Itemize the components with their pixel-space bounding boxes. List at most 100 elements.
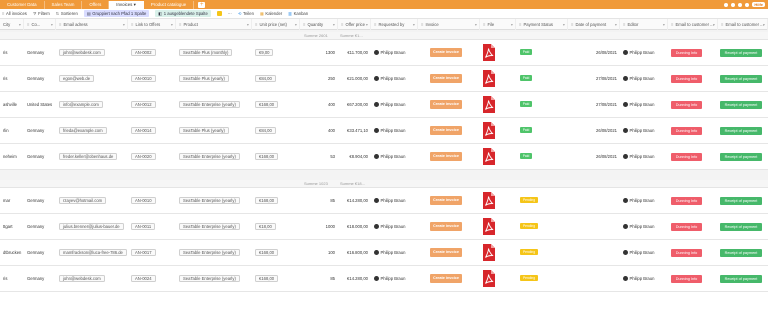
cell-email[interactable]: freder.keller@obenhaus.de (56, 144, 128, 170)
cell-date[interactable] (568, 188, 620, 214)
cell-req[interactable]: Philipp Braun (371, 240, 418, 266)
chevron-down-icon[interactable]: ▾ (171, 19, 173, 30)
table-row[interactable]: ris Germany john@webdesk.com AN-0002 SeaTabl… (0, 40, 768, 66)
receipt-of-payment-button[interactable]: Receipt of payment (720, 249, 762, 257)
notification-icon[interactable] (738, 2, 743, 7)
column-header-offer[interactable]: ≡ Link to Offers ▾ (128, 19, 176, 30)
cell-country[interactable]: Germany (24, 266, 56, 292)
cell-city[interactable]: ris (0, 66, 24, 92)
cell-req[interactable]: Philipp Braun (371, 144, 418, 170)
row-color-icon[interactable] (216, 11, 222, 16)
receipt-of-payment-button[interactable]: Receipt of payment (720, 49, 762, 57)
cell-product[interactable]: SeaTable Enterprise (yearly) (176, 144, 252, 170)
cell-editor[interactable]: Philipp Braun (620, 118, 668, 144)
views-menu[interactable]: ≡ All invoices (2, 11, 27, 16)
cell-unit[interactable]: €168,00 (252, 240, 300, 266)
cell-country[interactable]: Germany (24, 144, 56, 170)
pdf-file-icon[interactable] (482, 218, 495, 235)
cell-qty[interactable]: 85 (300, 188, 338, 214)
cell-date[interactable]: 26/08/2021 (568, 118, 620, 144)
cell-country[interactable]: Germany (24, 240, 56, 266)
chevron-down-icon[interactable]: ▾ (763, 19, 765, 30)
dunning-info-button[interactable]: Dunning Info (671, 249, 702, 257)
table-row[interactable]: dtbrucken Germany mamfrackson@luca-free-78… (0, 240, 768, 266)
receipt-of-payment-button[interactable]: Receipt of payment (720, 75, 762, 83)
dunning-info-button[interactable]: Dunning Info (671, 127, 702, 135)
column-header-unit[interactable]: ≡ Unit price (net) ▾ (252, 19, 300, 30)
group-button[interactable]: ▤ Gruppiert nach Pfad 1 Spalte (83, 10, 150, 17)
column-header-price[interactable]: ≡ Offer price ▾ (338, 19, 371, 30)
cell-date[interactable]: 26/08/2021 (568, 40, 620, 66)
sort-button[interactable]: ⇅ Sortieren (56, 11, 78, 16)
receipt-of-payment-button[interactable]: Receipt of payment (720, 101, 762, 109)
cell-date[interactable]: 26/08/2021 (568, 144, 620, 170)
column-header-email[interactable]: ≡ Email adress ▾ (56, 19, 128, 30)
chevron-down-icon[interactable]: ▾ (475, 19, 477, 30)
cell-product[interactable]: SeaTable Enterprise (yearly) (176, 214, 252, 240)
cell-product[interactable]: SeaTable Enterprise (yearly) (176, 92, 252, 118)
cell-req[interactable]: Philipp Braun (371, 40, 418, 66)
chevron-down-icon[interactable]: ▾ (19, 19, 21, 30)
payment-status-badge[interactable]: Paid (520, 49, 532, 55)
chevron-down-icon[interactable]: ▾ (713, 19, 715, 30)
kanban-button[interactable]: ▥ Kanban (288, 11, 308, 16)
chevron-down-icon[interactable]: ▾ (295, 19, 297, 30)
history-icon[interactable] (731, 2, 736, 7)
tab-customer-data[interactable]: Customer Data (0, 1, 45, 9)
cell-product[interactable]: SeaTable Plus (monthly) (176, 40, 252, 66)
cell-price[interactable]: €33.471,10 (338, 118, 371, 144)
cell-editor[interactable]: Philipp Braun (620, 66, 668, 92)
payment-status-badge[interactable]: Pending (520, 223, 538, 229)
cell-req[interactable]: Philipp Braun (371, 188, 418, 214)
payment-status-badge[interactable]: Paid (520, 127, 532, 133)
chevron-down-icon[interactable]: ▾ (663, 19, 665, 30)
receipt-of-payment-button[interactable]: Receipt of payment (720, 127, 762, 135)
payment-status-badge[interactable]: Pending (520, 197, 538, 203)
column-header-date[interactable]: ≡ Date of payment ▾ (568, 19, 620, 30)
receipt-of-payment-button[interactable]: Receipt of payment (720, 197, 762, 205)
pdf-file-icon[interactable] (482, 122, 495, 139)
dunning-info-button[interactable]: Dunning Info (671, 197, 702, 205)
cell-country[interactable]: Germany (24, 214, 56, 240)
cell-city[interactable]: ashville (0, 92, 24, 118)
chevron-down-icon[interactable]: ▾ (123, 19, 125, 30)
table-row[interactable]: ris Germany egon@web.de AN-0010 SeaTable Plu… (0, 66, 768, 92)
column-header-file[interactable]: ≡ File ▾ (480, 19, 516, 30)
chevron-down-icon[interactable]: ▾ (413, 19, 415, 30)
cell-req[interactable]: Philipp Braun (371, 214, 418, 240)
cell-price[interactable]: €14.280,00 (338, 188, 371, 214)
cell-req[interactable]: Philipp Braun (371, 92, 418, 118)
cell-qty[interactable]: 1000 (300, 214, 338, 240)
create-invoice-button[interactable]: Create invoice (430, 48, 462, 57)
cell-city[interactable]: ttgart (0, 214, 24, 240)
pdf-file-icon[interactable] (482, 148, 495, 165)
dunning-info-button[interactable]: Dunning Info (671, 49, 702, 57)
payment-status-badge[interactable]: Paid (520, 75, 532, 81)
receipt-of-payment-button[interactable]: Receipt of payment (720, 223, 762, 231)
table-row[interactable]: rlin Germany frieda@example.com AN-0014 SeaT… (0, 118, 768, 144)
cell-editor[interactable]: Philipp Braun (620, 144, 668, 170)
cell-unit[interactable]: €18,00 (252, 214, 300, 240)
table-row[interactable]: ashville United States info@example.com AN-… (0, 92, 768, 118)
cell-city[interactable]: neheim (0, 144, 24, 170)
cell-qty[interactable]: 100 (300, 240, 338, 266)
cell-unit[interactable]: €84,00 (252, 66, 300, 92)
table-row[interactable]: ris Germany john@webdesk.com AN-0024 SeaTabl… (0, 266, 768, 292)
cell-email[interactable]: john@webdesk.com (56, 40, 128, 66)
cell-req[interactable]: Philipp Braun (371, 66, 418, 92)
create-invoice-button[interactable]: Create invoice (430, 100, 462, 109)
create-invoice-button[interactable]: Create invoice (430, 248, 462, 257)
tab-invoices[interactable]: Invoices ▾ (109, 1, 144, 9)
add-table-button[interactable]: + (198, 2, 206, 8)
hidden-columns-button[interactable]: ◧ 1 ausgeblendete Spalte (155, 10, 211, 17)
create-invoice-button[interactable]: Create invoice (430, 74, 462, 83)
user-icon[interactable] (724, 2, 729, 7)
cell-unit[interactable]: €9,00 (252, 40, 300, 66)
pdf-file-icon[interactable] (482, 96, 495, 113)
cell-email[interactable]: john@webdesk.com (56, 266, 128, 292)
cell-req[interactable]: Philipp Braun (371, 118, 418, 144)
cell-price[interactable]: €21.000,00 (338, 66, 371, 92)
cell-offer[interactable]: AN-0011 (128, 214, 176, 240)
pdf-file-icon[interactable] (482, 70, 495, 87)
table-row[interactable]: neheim Germany freder.keller@obenhaus.de AN… (0, 144, 768, 170)
